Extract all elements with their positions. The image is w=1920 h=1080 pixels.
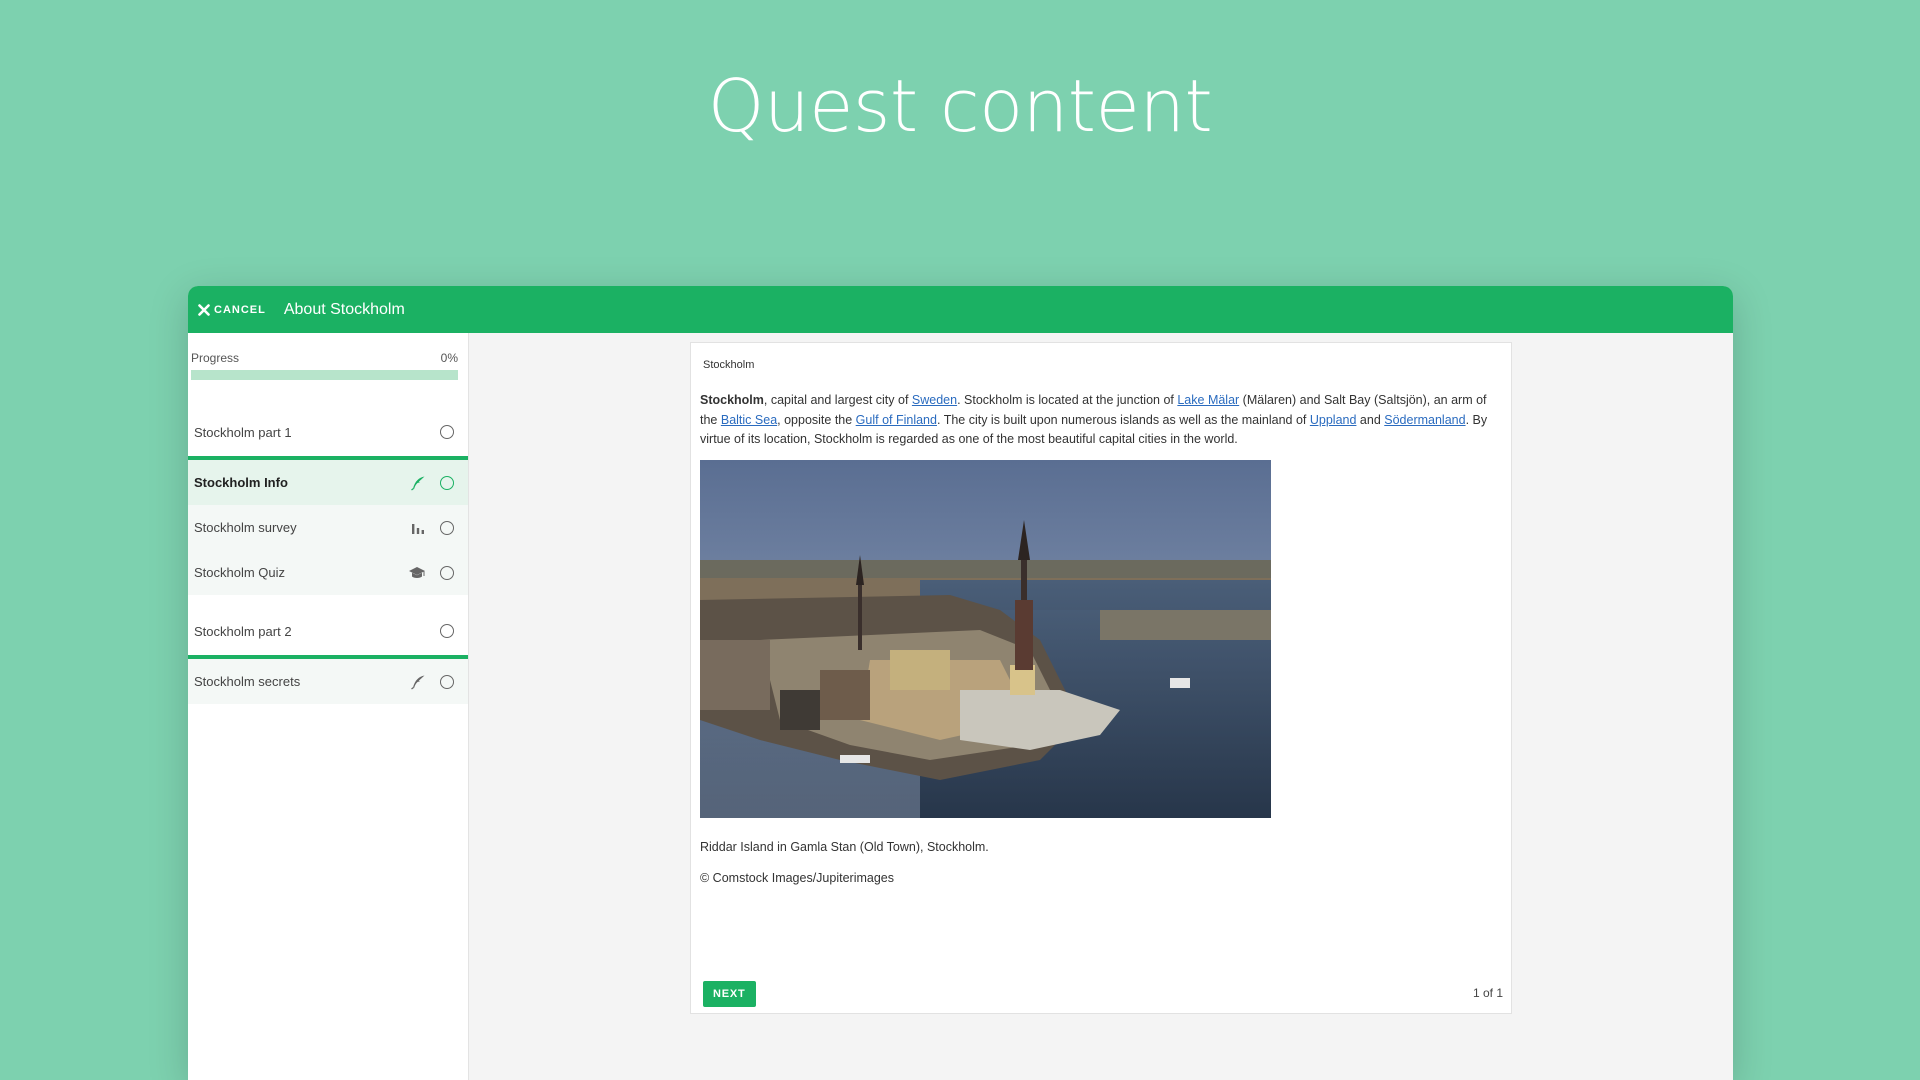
progress-header: Progress 0% xyxy=(188,333,468,365)
status-circle-icon xyxy=(440,624,454,638)
link-sweden[interactable]: Sweden xyxy=(912,393,957,407)
quest-title: About Stockholm xyxy=(283,300,405,318)
quest-window: CANCEL About Stockholm Progress 0% Stock… xyxy=(188,286,1733,1080)
sidebar-part-1[interactable]: Stockholm part 1 xyxy=(188,408,468,460)
status-circle-icon xyxy=(440,520,454,535)
close-icon xyxy=(198,303,210,316)
progress-label: Progress xyxy=(191,351,240,365)
link-sodermanland[interactable]: Södermanland xyxy=(1384,413,1465,427)
progress-value: 0% xyxy=(440,351,458,365)
cancel-label: CANCEL xyxy=(214,303,266,316)
sidebar: Progress 0% Stockholm part 1 Stockholm I… xyxy=(188,333,469,1080)
status-circle-icon xyxy=(440,475,454,490)
status-circle-icon xyxy=(440,674,454,689)
part-title: Stockholm part 2 xyxy=(194,623,292,639)
sidebar-item-stockholm-info[interactable]: Stockholm Info xyxy=(188,460,468,505)
text-span: . The city is built upon numerous island… xyxy=(936,412,1310,427)
text-span: . Stockholm is located at the junction o… xyxy=(957,393,1178,407)
text-span: and xyxy=(1356,412,1385,427)
text-span: , capital and largest city of xyxy=(763,393,912,407)
sidebar-item-stockholm-survey[interactable]: Stockholm survey xyxy=(188,505,468,550)
page-title: Quest content xyxy=(707,64,1213,148)
content-paragraph: Stockholm, capital and largest city of S… xyxy=(691,371,1511,450)
link-uppland[interactable]: Uppland xyxy=(1310,413,1357,427)
text-span: , opposite the xyxy=(777,412,856,427)
content-heading: Stockholm xyxy=(703,359,755,371)
status-circle-icon xyxy=(440,425,454,439)
link-lake-malar[interactable]: Lake Mälar xyxy=(1177,393,1239,407)
bar-chart-icon xyxy=(410,520,426,536)
image-caption: Riddar Island in Gamla Stan (Old Town), … xyxy=(700,839,989,854)
bold-term: Stockholm xyxy=(700,393,764,407)
sidebar-part-2[interactable]: Stockholm part 2 xyxy=(188,607,468,659)
feather-icon xyxy=(410,674,426,690)
sidebar-item-label: Stockholm survey xyxy=(194,520,297,535)
next-button[interactable]: NEXT xyxy=(703,981,756,1007)
link-gulf-of-finland[interactable]: Gulf of Finland xyxy=(856,413,937,427)
cancel-button[interactable]: CANCEL xyxy=(198,304,266,316)
top-bar: CANCEL About Stockholm xyxy=(188,286,1733,333)
graduation-cap-icon xyxy=(408,565,426,581)
sidebar-item-stockholm-quiz[interactable]: Stockholm Quiz xyxy=(188,550,468,595)
status-circle-icon xyxy=(440,565,454,580)
page-indicator: 1 of 1 xyxy=(1472,986,1503,1000)
progress-bar xyxy=(191,370,458,380)
link-baltic-sea[interactable]: Baltic Sea xyxy=(721,413,777,427)
sidebar-item-label: Stockholm Info xyxy=(194,475,288,490)
sidebar-item-label: Stockholm Quiz xyxy=(194,565,286,580)
sidebar-item-label: Stockholm secrets xyxy=(194,674,301,689)
content-card: Stockholm Stockholm, capital and largest… xyxy=(690,342,1512,1014)
image-credit: © Comstock Images/Jupiterimages xyxy=(700,870,895,885)
stockholm-photo xyxy=(700,459,1271,818)
feather-icon xyxy=(410,475,426,491)
part-title: Stockholm part 1 xyxy=(194,424,292,440)
sidebar-item-stockholm-secrets[interactable]: Stockholm secrets xyxy=(188,659,468,704)
